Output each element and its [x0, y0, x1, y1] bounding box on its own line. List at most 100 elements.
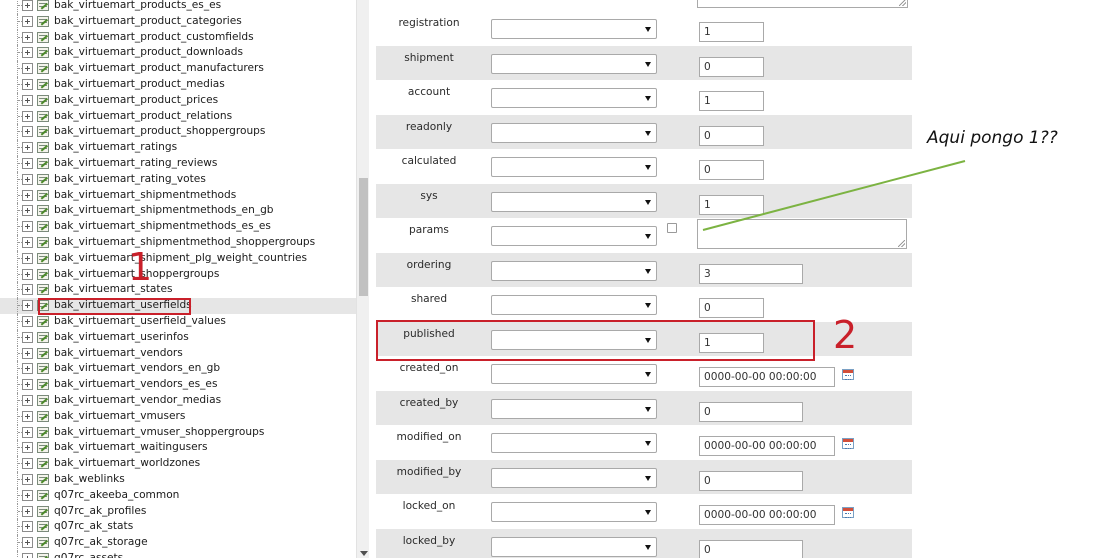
tree-item[interactable]: bak_virtuemart_rating_votes	[0, 171, 356, 188]
tree-item[interactable]: bak_virtuemart_vendors	[0, 345, 356, 362]
plus-expander-icon[interactable]	[22, 0, 33, 11]
tree-item-label[interactable]: bak_virtuemart_userfield_values	[54, 314, 226, 329]
plus-expander-icon[interactable]	[22, 205, 33, 217]
tree-item[interactable]: bak_virtuemart_product_categories	[0, 13, 356, 30]
tree-item-label[interactable]: bak_weblinks	[54, 472, 125, 487]
function-select[interactable]	[491, 536, 657, 557]
tree-item-label[interactable]: q07rc_akeeba_common	[54, 488, 179, 503]
function-select[interactable]	[491, 157, 657, 177]
tree-item[interactable]: bak_virtuemart_shipment_plg_weight_count…	[0, 250, 356, 267]
plus-expander-icon[interactable]	[22, 395, 33, 406]
value-input[interactable]: 0000-00-00 00:00:00	[699, 505, 835, 525]
tree-item-label[interactable]: bak_virtuemart_product_shoppergroups	[54, 124, 265, 139]
tree-item[interactable]: bak_virtuemart_ratings	[0, 140, 356, 156]
plus-expander-icon[interactable]	[22, 237, 33, 248]
tree-item[interactable]: bak_virtuemart_worldzones	[0, 456, 356, 472]
tree-item[interactable]: bak_virtuemart_product_relations	[0, 108, 356, 125]
function-select[interactable]	[491, 191, 657, 212]
plus-expander-icon[interactable]	[22, 79, 33, 90]
plus-expander-icon[interactable]	[22, 252, 33, 264]
plus-expander-icon[interactable]	[22, 221, 33, 233]
tree-item[interactable]: bak_weblinks	[0, 472, 356, 488]
plus-expander-icon[interactable]	[22, 126, 33, 138]
plus-expander-icon[interactable]	[22, 521, 33, 533]
tree-item-label[interactable]: bak_virtuemart_product_customfields	[54, 30, 254, 45]
tree-item-label[interactable]: bak_virtuemart_products_es_es	[54, 0, 221, 13]
null-checkbox[interactable]	[667, 223, 677, 233]
plus-expander-icon[interactable]	[22, 331, 33, 343]
tree-item[interactable]: bak_virtuemart_shipmentmethods	[0, 187, 356, 204]
tree-item-label[interactable]: bak_virtuemart_rating_reviews	[54, 156, 217, 171]
tree-item-label[interactable]: bak_virtuemart_product_prices	[54, 93, 218, 108]
tree-scrollbar-thumb[interactable]	[359, 178, 368, 296]
value-input[interactable]: 0	[699, 298, 764, 318]
tree-item[interactable]: bak_virtuemart_rating_reviews	[0, 156, 356, 172]
plus-expander-icon[interactable]	[22, 94, 33, 106]
function-select[interactable]	[491, 295, 657, 315]
plus-expander-icon[interactable]	[22, 142, 33, 154]
tree-item[interactable]: q07rc_ak_profiles	[0, 503, 356, 520]
plus-expander-icon[interactable]	[22, 363, 33, 375]
function-select[interactable]	[491, 88, 657, 108]
tree-item[interactable]: bak_virtuemart_vmusers	[0, 408, 356, 425]
tree-item-label[interactable]: q07rc_ak_stats	[54, 519, 133, 534]
plus-expander-icon[interactable]	[22, 268, 33, 280]
function-select[interactable]	[491, 502, 657, 522]
tree-item-label[interactable]: bak_virtuemart_userinfos	[54, 330, 189, 345]
plus-expander-icon[interactable]	[22, 553, 33, 558]
calendar-icon[interactable]	[842, 438, 854, 449]
plus-expander-icon[interactable]	[22, 110, 33, 122]
tree-item-label[interactable]: bak_virtuemart_shipmentmethods	[54, 188, 236, 203]
plus-expander-icon[interactable]	[22, 410, 33, 422]
scroll-down-arrow-icon[interactable]	[360, 551, 368, 556]
function-select[interactable]	[491, 122, 657, 143]
plus-expander-icon[interactable]	[22, 173, 33, 185]
tree-item-label[interactable]: q07rc_assets	[54, 551, 123, 558]
value-input[interactable]: 0	[699, 160, 764, 180]
plus-expander-icon[interactable]	[22, 505, 33, 517]
tree-item-label[interactable]: bak_virtuemart_shipmentmethod_shoppergro…	[54, 235, 315, 250]
plus-expander-icon[interactable]	[22, 31, 33, 43]
plus-expander-icon[interactable]	[22, 300, 33, 312]
tree-item[interactable]: bak_virtuemart_states	[0, 282, 356, 299]
tree-item[interactable]: bak_virtuemart_vendors_en_gb	[0, 361, 356, 378]
plus-expander-icon[interactable]	[22, 458, 33, 470]
value-input[interactable]: 1	[699, 22, 764, 42]
tree-item[interactable]: bak_virtuemart_product_shoppergroups	[0, 124, 356, 141]
tree-item-label[interactable]: bak_virtuemart_product_downloads	[54, 45, 243, 60]
plus-expander-icon[interactable]	[22, 47, 33, 59]
function-select[interactable]	[491, 226, 657, 246]
tree-item[interactable]: bak_virtuemart_product_downloads	[0, 45, 356, 62]
tree-item-label[interactable]: bak_virtuemart_product_categories	[54, 14, 242, 29]
tree-item[interactable]: q07rc_ak_storage	[0, 535, 356, 551]
tree-item[interactable]: bak_virtuemart_vmuser_shoppergroups	[0, 424, 356, 441]
value-input[interactable]: 0	[699, 470, 803, 491]
tree-item-label[interactable]: bak_virtuemart_worldzones	[54, 456, 200, 471]
tree-item[interactable]: bak_virtuemart_products_es_es	[0, 0, 356, 14]
plus-expander-icon[interactable]	[22, 442, 33, 454]
tree-item[interactable]: bak_virtuemart_product_customfields	[0, 29, 356, 46]
value-input[interactable]: 0	[699, 539, 803, 558]
value-input[interactable]: 0	[699, 125, 764, 146]
calendar-icon[interactable]	[842, 369, 854, 380]
tree-item[interactable]: bak_virtuemart_shipmentmethods_en_gb	[0, 203, 356, 220]
tree-item-label[interactable]: bak_virtuemart_shipmentmethods_es_es	[54, 219, 271, 234]
tree-item[interactable]: bak_virtuemart_shipmentmethods_es_es	[0, 219, 356, 235]
tree-item[interactable]: q07rc_akeeba_common	[0, 487, 356, 504]
plus-expander-icon[interactable]	[22, 189, 33, 201]
value-input[interactable]: 3	[699, 263, 803, 284]
tree-item-label[interactable]: bak_virtuemart_shipment_plg_weight_count…	[54, 251, 307, 266]
tree-item-label[interactable]: bak_virtuemart_vendors_es_es	[54, 377, 217, 392]
tree-item-label[interactable]: bak_virtuemart_product_relations	[54, 109, 232, 124]
tree-item[interactable]: bak_virtuemart_product_prices	[0, 92, 356, 109]
value-input[interactable]: 0000-00-00 00:00:00	[699, 367, 835, 387]
calendar-icon[interactable]	[842, 507, 854, 518]
function-select[interactable]	[491, 364, 657, 384]
value-input[interactable]: 0	[699, 401, 803, 422]
plus-expander-icon[interactable]	[22, 379, 33, 391]
tree-item-label[interactable]: bak_virtuemart_shipmentmethods_en_gb	[54, 203, 274, 218]
function-select[interactable]	[491, 260, 657, 281]
tree-item[interactable]: bak_virtuemart_vendors_es_es	[0, 377, 356, 393]
tree-item-label[interactable]: bak_virtuemart_ratings	[54, 140, 177, 155]
function-select[interactable]	[491, 53, 657, 74]
